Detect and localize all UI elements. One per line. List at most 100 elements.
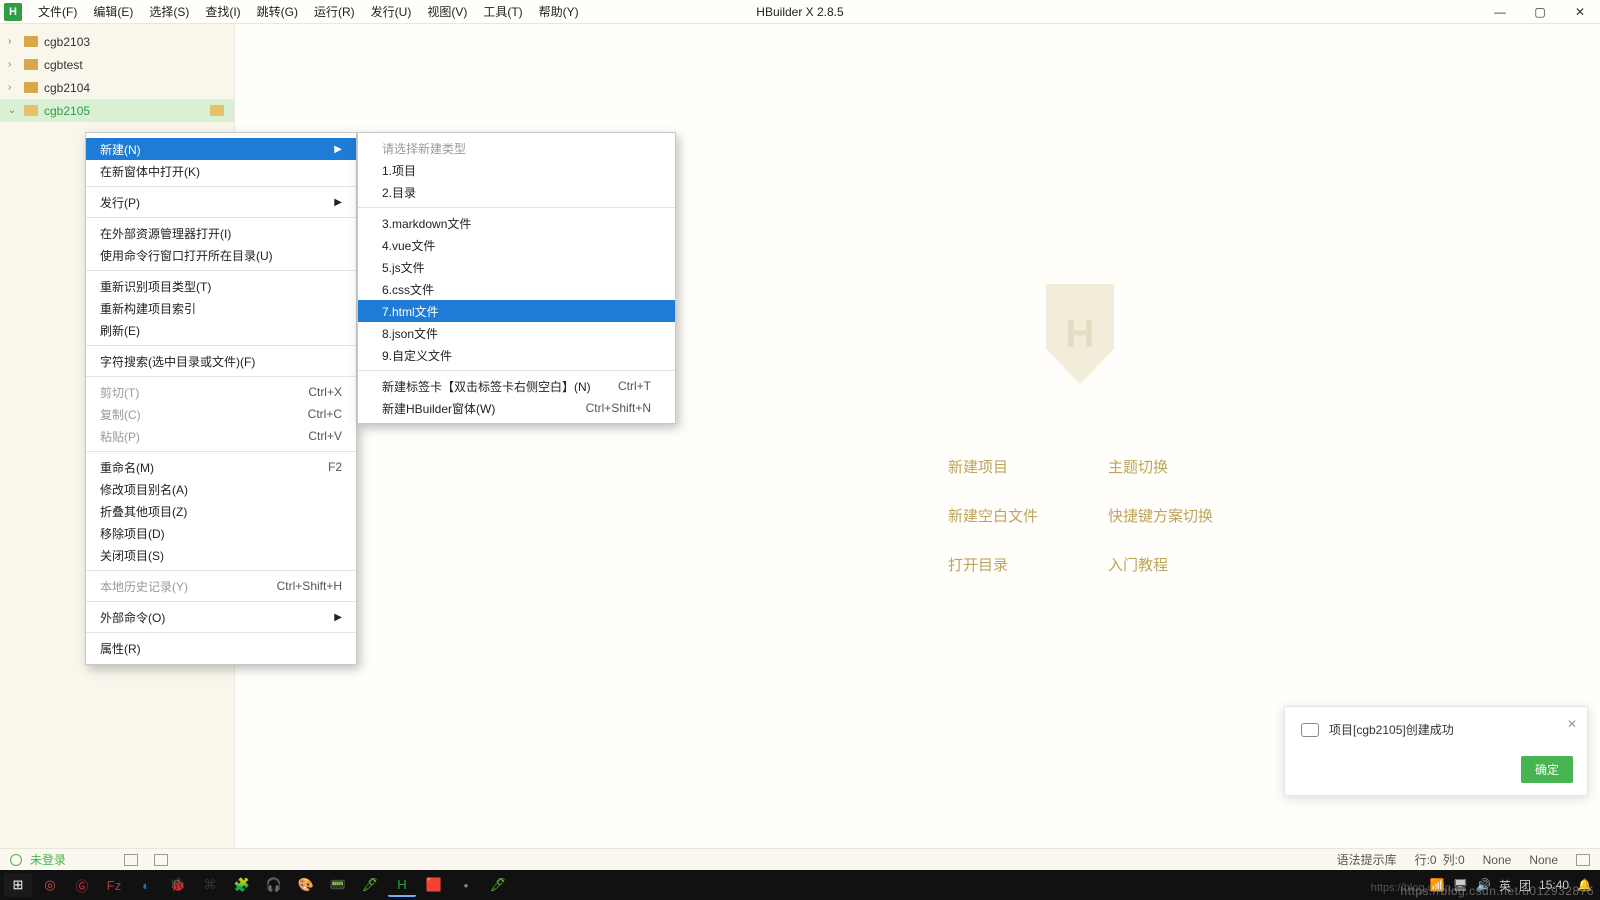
taskbar-app-icon[interactable]: Fz — [100, 873, 128, 897]
taskbar-app-icon[interactable]: 🐞 — [164, 873, 192, 897]
toast-ok-button[interactable]: 确定 — [1521, 756, 1573, 783]
ctx-item[interactable]: 重新识别项目类型(T) — [86, 275, 356, 297]
ctx-item[interactable]: 使用命令行窗口打开所在目录(U) — [86, 244, 356, 266]
chevron-right-icon[interactable]: › — [8, 36, 20, 47]
language-mode[interactable]: None — [1483, 853, 1512, 867]
tray-item[interactable]: 📶 — [1430, 878, 1445, 892]
menu-2[interactable]: 选择(S) — [141, 0, 197, 24]
encoding[interactable]: None — [1529, 853, 1558, 867]
taskbar-app-icon[interactable]: 🟥 — [420, 873, 448, 897]
submenu-item[interactable]: 新建HBuilder窗体(W)Ctrl+Shift+N — [358, 397, 675, 419]
submenu-item[interactable]: 9.自定义文件 — [358, 344, 675, 366]
submenu-item[interactable]: 7.html文件 — [358, 300, 675, 322]
welcome-link[interactable]: 主题切换 — [1108, 456, 1308, 477]
taskbar-app-icon[interactable]: ⌘ — [196, 873, 224, 897]
tray-item[interactable]: 英 — [1499, 877, 1511, 894]
menu-7[interactable]: 视图(V) — [419, 0, 475, 24]
user-icon[interactable] — [10, 854, 22, 866]
ctx-item-label: 新建(N) — [100, 141, 141, 158]
terminal-toggle-icon[interactable] — [154, 854, 168, 866]
taskbar-app-icon[interactable]: ◎ — [36, 873, 64, 897]
ctx-item[interactable]: 修改项目别名(A) — [86, 478, 356, 500]
taskbar-app-icon[interactable]: ◐ — [132, 873, 160, 897]
tray-item[interactable]: 🔔 — [1577, 878, 1592, 892]
taskbar-app-icon[interactable]: • — [452, 873, 480, 897]
welcome-link[interactable]: 新建项目 — [948, 456, 1108, 477]
submenu-item[interactable]: 5.js文件 — [358, 256, 675, 278]
tree-item-cgbtest[interactable]: › cgbtest — [0, 53, 234, 76]
menu-3[interactable]: 查找(I) — [197, 0, 248, 24]
panel-toggle-icon[interactable] — [124, 854, 138, 866]
ctx-item: 复制(C)Ctrl+C — [86, 403, 356, 425]
menu-5[interactable]: 运行(R) — [306, 0, 363, 24]
ctx-item[interactable]: 在外部资源管理器打开(I) — [86, 222, 356, 244]
welcome-link[interactable]: 快捷键方案切换 — [1108, 505, 1308, 526]
tray-item[interactable]: 🔊 — [1476, 878, 1491, 892]
ctx-item[interactable]: 关闭项目(S) — [86, 544, 356, 566]
ctx-item[interactable]: 刷新(E) — [86, 319, 356, 341]
submenu-shortcut: Ctrl+T — [618, 379, 651, 393]
taskbar-app-icon[interactable]: 🖊 — [356, 873, 384, 897]
taskbar-app-icon[interactable]: 🎧 — [260, 873, 288, 897]
submenu-item[interactable]: 8.json文件 — [358, 322, 675, 344]
submenu-item[interactable]: 6.css文件 — [358, 278, 675, 300]
syntax-lib[interactable]: 语法提示库 — [1337, 851, 1397, 868]
tray-item[interactable]: 🖥 — [1453, 878, 1468, 892]
chevron-right-icon[interactable]: › — [8, 82, 20, 93]
tray-item[interactable]: 15:40 — [1539, 878, 1569, 892]
tray-item[interactable]: 团 — [1519, 877, 1531, 894]
ctx-item-label: 复制(C) — [100, 406, 141, 423]
tree-item-cgb2103[interactable]: › cgb2103 — [0, 30, 234, 53]
toast-close-icon[interactable]: ✕ — [1567, 717, 1577, 731]
taskbar-app-icon[interactable]: 🧩 — [228, 873, 256, 897]
ctx-item[interactable]: 移除项目(D) — [86, 522, 356, 544]
ctx-item: 本地历史记录(Y)Ctrl+Shift+H — [86, 575, 356, 597]
ctx-item-label: 在新窗体中打开(K) — [100, 163, 200, 180]
menu-6[interactable]: 发行(U) — [363, 0, 420, 24]
welcome-link[interactable]: 打开目录 — [948, 554, 1108, 575]
chevron-right-icon[interactable]: › — [8, 59, 20, 70]
login-status[interactable]: 未登录 — [30, 851, 66, 868]
ctx-item[interactable]: 重新构建项目索引 — [86, 297, 356, 319]
submenu-item[interactable]: 2.目录 — [358, 181, 675, 203]
taskbar-app-icon[interactable]: 🖊 — [484, 873, 512, 897]
submenu-item-label: 3.markdown文件 — [382, 215, 471, 232]
ctx-item-label: 重新识别项目类型(T) — [100, 278, 211, 295]
welcome-link[interactable]: 入门教程 — [1108, 554, 1308, 575]
welcome-link[interactable]: 新建空白文件 — [948, 505, 1108, 526]
separator — [358, 370, 675, 371]
tree-item-cgb2105[interactable]: ⌄ cgb2105 — [0, 99, 234, 122]
ctx-item[interactable]: 新建(N)▶ — [86, 138, 356, 160]
chevron-right-icon: ▶ — [334, 197, 342, 208]
ctx-item[interactable]: 发行(P)▶ — [86, 191, 356, 213]
separator — [86, 270, 356, 271]
ctx-item[interactable]: 字符搜索(选中目录或文件)(F) — [86, 350, 356, 372]
tree-item-cgb2104[interactable]: › cgb2104 — [0, 76, 234, 99]
menu-0[interactable]: 文件(F) — [30, 0, 85, 24]
ctx-item[interactable]: 折叠其他项目(Z) — [86, 500, 356, 522]
folder-icon — [24, 36, 38, 47]
taskbar-app-icon[interactable]: Ⓖ — [68, 873, 96, 897]
ctx-item[interactable]: 在新窗体中打开(K) — [86, 160, 356, 182]
notification-icon[interactable] — [1576, 854, 1590, 866]
submenu-item-label: 新建HBuilder窗体(W) — [382, 400, 495, 417]
ctx-item[interactable]: 重命名(M)F2 — [86, 456, 356, 478]
ctx-item[interactable]: 属性(R) — [86, 637, 356, 659]
submenu-item[interactable]: 3.markdown文件 — [358, 212, 675, 234]
message-icon — [1301, 723, 1319, 737]
submenu-item[interactable]: 1.项目 — [358, 159, 675, 181]
submenu-item-label: 7.html文件 — [382, 303, 439, 320]
submenu-item[interactable]: 4.vue文件 — [358, 234, 675, 256]
menu-1[interactable]: 编辑(E) — [85, 0, 141, 24]
ctx-item[interactable]: 外部命令(O)▶ — [86, 606, 356, 628]
menu-8[interactable]: 工具(T) — [475, 0, 530, 24]
menu-4[interactable]: 跳转(G) — [249, 0, 306, 24]
chevron-down-icon[interactable]: ⌄ — [8, 105, 20, 116]
submenu-item[interactable]: 新建标签卡【双击标签卡右侧空白】(N)Ctrl+T — [358, 375, 675, 397]
folder-icon — [24, 59, 38, 70]
taskbar-app-icon[interactable]: H — [388, 873, 416, 897]
taskbar-app-icon[interactable]: 📟 — [324, 873, 352, 897]
taskbar-app-icon[interactable]: ⊞ — [4, 873, 32, 897]
taskbar-app-icon[interactable]: 🎨 — [292, 873, 320, 897]
menu-9[interactable]: 帮助(Y) — [531, 0, 587, 24]
